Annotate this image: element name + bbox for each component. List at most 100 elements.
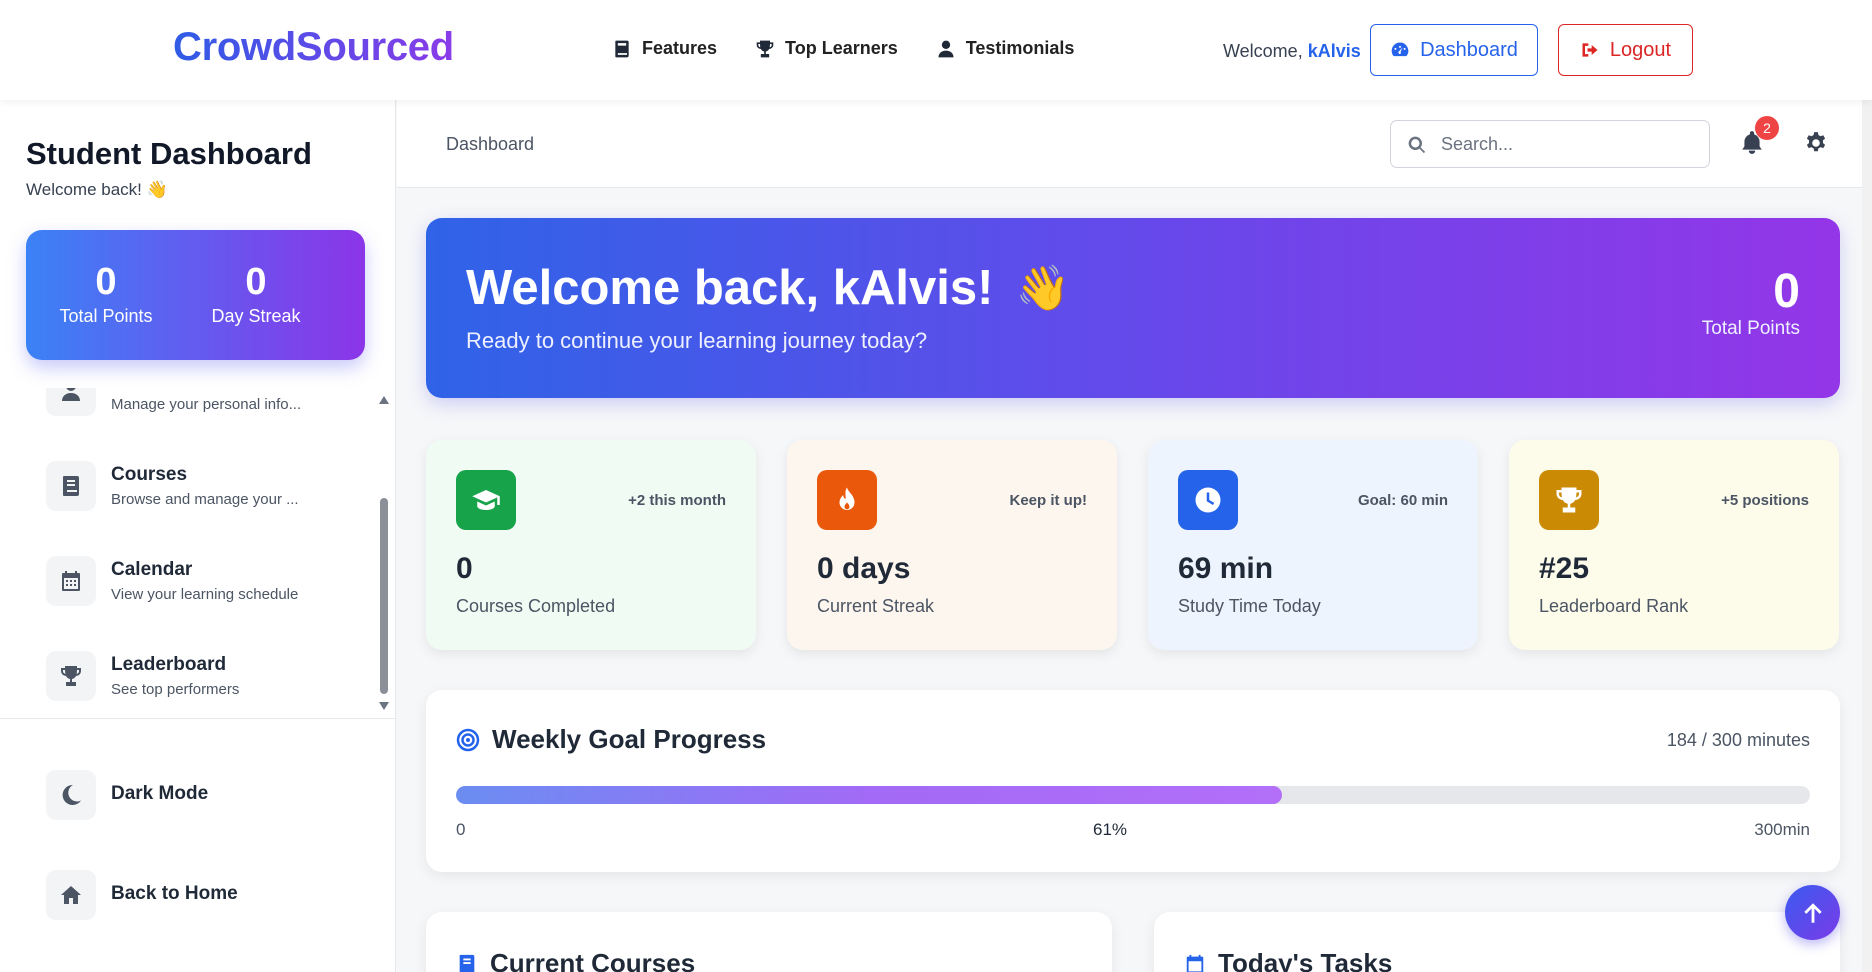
weekly-goal-heading: Weekly Goal Progress bbox=[492, 724, 767, 754]
stat-card-label: Courses Completed bbox=[456, 596, 616, 616]
sidebar-menu[interactable]: Manage your personal info... Courses Bro… bbox=[0, 388, 396, 720]
stat-card-current-streak: Keep it up! 0 days Current Streak bbox=[787, 440, 1117, 650]
page-scrollbar[interactable] bbox=[1862, 0, 1872, 972]
weekly-goal-progress-bar bbox=[456, 786, 1810, 804]
user-icon bbox=[936, 39, 956, 59]
nav-link-label: Features bbox=[642, 38, 718, 58]
todays-tasks-heading: Today's Tasks bbox=[1218, 948, 1393, 972]
book-icon bbox=[46, 461, 96, 511]
stat-card-leaderboard-rank: +5 positions #25 Leaderboard Rank bbox=[1509, 440, 1839, 650]
total-points-stat: 0 Total Points bbox=[31, 260, 181, 328]
logout-button-label: Logout bbox=[1609, 38, 1672, 61]
stat-card-value: 0 days bbox=[817, 552, 911, 585]
sidebar: Student Dashboard Welcome back! 👋 0 Tota… bbox=[0, 100, 396, 972]
trophy-icon bbox=[46, 651, 96, 701]
sidebar-divider bbox=[0, 718, 396, 719]
brand-logo[interactable]: CrowdSourced bbox=[173, 25, 454, 70]
breadcrumb[interactable]: Dashboard bbox=[446, 134, 534, 155]
day-streak-value: 0 bbox=[245, 261, 267, 303]
welcome-banner-subtitle: Ready to continue your learning journey … bbox=[466, 328, 928, 353]
calendar-icon bbox=[46, 556, 96, 606]
total-points-value: 0 bbox=[95, 261, 117, 303]
gauge-icon bbox=[1390, 40, 1410, 60]
search-box[interactable] bbox=[1390, 120, 1710, 168]
stat-card-value: 69 min bbox=[1178, 552, 1274, 585]
dark-mode-toggle[interactable]: Dark Mode bbox=[46, 770, 366, 822]
moon-icon bbox=[46, 770, 96, 820]
scroll-up-arrow-icon[interactable] bbox=[379, 396, 389, 404]
nav-links: Features Top Learners Testimonials bbox=[612, 38, 1074, 59]
current-courses-card: Current Courses bbox=[426, 912, 1112, 972]
stat-card-note: Keep it up! bbox=[1009, 492, 1088, 509]
sidebar-scrollbar[interactable] bbox=[378, 396, 390, 710]
trophy-icon bbox=[755, 39, 775, 59]
welcome-prefix: Welcome, bbox=[1223, 41, 1303, 61]
current-courses-heading: Current Courses bbox=[490, 948, 696, 972]
gear-icon bbox=[1803, 130, 1829, 156]
sidebar-subtitle: Welcome back! 👋 bbox=[26, 180, 168, 199]
sidebar-stats-card: 0 Total Points 0 Day Streak bbox=[26, 230, 365, 360]
settings-button[interactable] bbox=[1803, 130, 1829, 156]
stat-card-label: Current Streak bbox=[817, 596, 935, 616]
user-icon bbox=[46, 388, 96, 416]
waving-hand-icon: 👋 bbox=[1015, 264, 1071, 313]
sidebar-item-courses[interactable]: Courses Browse and manage your ... bbox=[46, 461, 366, 521]
weekly-goal-progress-fill bbox=[456, 786, 1282, 804]
total-points-label: Total Points bbox=[59, 306, 153, 326]
stat-card-value: 0 bbox=[456, 552, 473, 585]
trophy-icon bbox=[1539, 470, 1599, 530]
main-header: Dashboard 2 bbox=[397, 100, 1872, 188]
sidebar-item-desc: Browse and manage your ... bbox=[111, 491, 299, 508]
sidebar-item-desc: Manage your personal info... bbox=[111, 396, 302, 413]
stat-card-note: Goal: 60 min bbox=[1357, 492, 1448, 509]
welcome-text: Welcome, kAlvis bbox=[1223, 41, 1361, 62]
welcome-banner-heading: Welcome back, kAlvis! bbox=[466, 261, 994, 315]
scroll-to-top-button[interactable] bbox=[1785, 885, 1840, 940]
hero-points-value: 0 bbox=[1773, 265, 1800, 318]
todays-tasks-title: Today's Tasks bbox=[1184, 948, 1392, 972]
dark-mode-label: Dark Mode bbox=[111, 783, 209, 804]
home-icon bbox=[46, 870, 96, 920]
nav-link-top-learners[interactable]: Top Learners bbox=[755, 38, 898, 59]
day-streak-label: Day Streak bbox=[211, 306, 301, 326]
fire-icon bbox=[817, 470, 877, 530]
welcome-banner-title: Welcome back, kAlvis! 👋 bbox=[466, 260, 1070, 316]
nav-link-features[interactable]: Features bbox=[612, 38, 717, 59]
top-navbar: CrowdSourced Features Top Learners Testi… bbox=[0, 0, 1872, 100]
scroll-down-arrow-icon[interactable] bbox=[379, 702, 389, 710]
book-icon bbox=[456, 952, 478, 972]
nav-link-label: Top Learners bbox=[785, 38, 898, 58]
logout-icon bbox=[1580, 40, 1600, 60]
logout-button[interactable]: Logout bbox=[1558, 24, 1693, 76]
current-courses-title: Current Courses bbox=[456, 948, 695, 972]
sidebar-item-leaderboard[interactable]: Leaderboard See top performers bbox=[46, 651, 366, 711]
sidebar-title: Student Dashboard bbox=[26, 136, 312, 171]
sidebar-item-title: Courses bbox=[111, 464, 188, 485]
sidebar-item-profile[interactable]: Manage your personal info... bbox=[46, 388, 366, 426]
target-icon bbox=[456, 728, 480, 752]
sidebar-item-title: Leaderboard bbox=[111, 654, 227, 675]
calendar-icon bbox=[1184, 952, 1206, 972]
notification-badge: 2 bbox=[1755, 116, 1779, 140]
weekly-goal-card: Weekly Goal Progress 184 / 300 minutes 0… bbox=[426, 690, 1840, 872]
sidebar-scrollbar-thumb[interactable] bbox=[380, 498, 388, 694]
sidebar-item-desc: View your learning schedule bbox=[111, 586, 299, 603]
clock-icon bbox=[1178, 470, 1238, 530]
progress-max-label: 300min bbox=[1754, 820, 1810, 839]
nav-link-testimonials[interactable]: Testimonials bbox=[936, 38, 1075, 59]
progress-percent-label: 61% bbox=[1093, 820, 1128, 839]
dashboard-button[interactable]: Dashboard bbox=[1370, 24, 1538, 76]
stat-card-value: #25 bbox=[1539, 552, 1590, 585]
sidebar-item-calendar[interactable]: Calendar View your learning schedule bbox=[46, 556, 366, 616]
nav-link-label: Testimonials bbox=[965, 38, 1075, 58]
stat-card-note: +5 positions bbox=[1721, 492, 1809, 509]
hero-points: 0 Total Points bbox=[1702, 266, 1800, 340]
todays-tasks-card: Today's Tasks bbox=[1154, 912, 1840, 972]
stat-card-courses-completed: +2 this month 0 Courses Completed bbox=[426, 440, 756, 650]
back-to-home-link[interactable]: Back to Home bbox=[46, 870, 366, 922]
sidebar-item-title: Calendar bbox=[111, 559, 193, 580]
welcome-username: kAlvis bbox=[1307, 41, 1361, 61]
progress-min-label: 0 bbox=[456, 820, 466, 839]
weekly-goal-count: 184 / 300 minutes bbox=[1666, 730, 1810, 750]
search-input[interactable] bbox=[1441, 121, 1701, 167]
